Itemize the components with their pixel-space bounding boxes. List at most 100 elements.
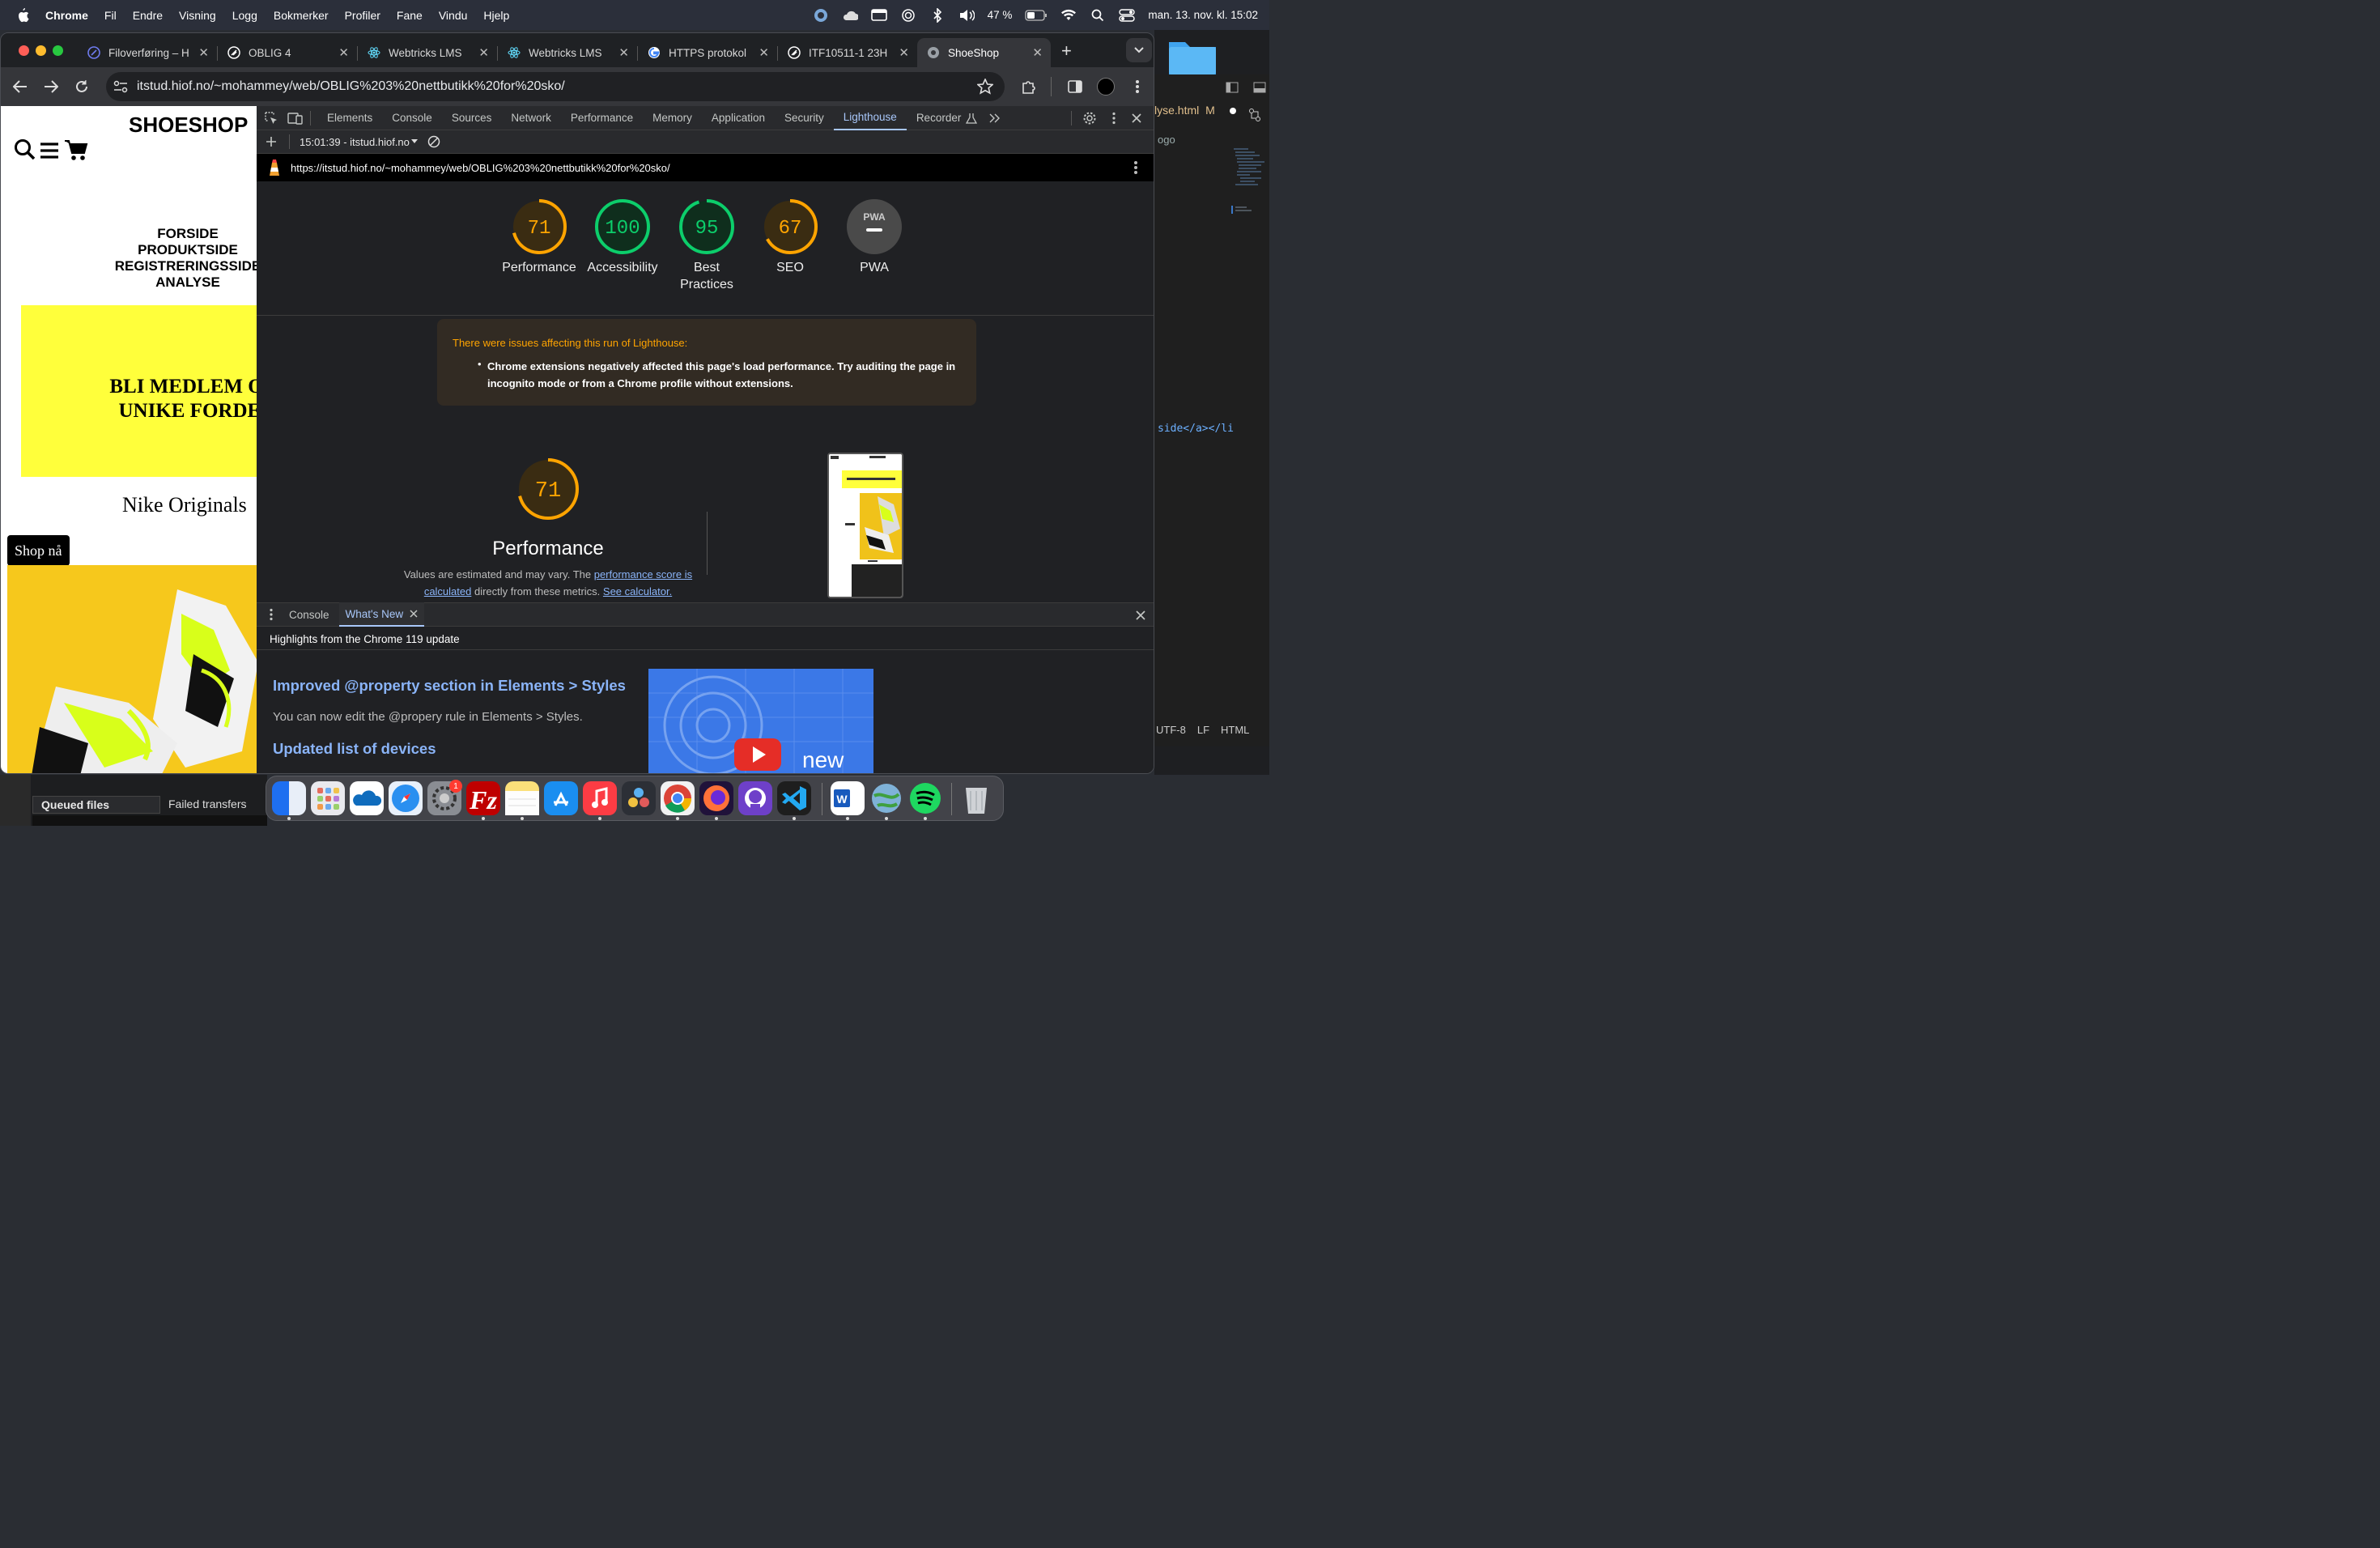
browser-tab[interactable]: ITF10511-1 23H ✕ — [778, 38, 917, 67]
tab-lighthouse[interactable]: Lighthouse — [833, 106, 907, 130]
app-store-icon[interactable] — [544, 781, 578, 815]
network-globe-icon[interactable] — [869, 781, 903, 815]
browser-tab[interactable]: Webtricks LMS ✕ — [358, 38, 497, 67]
site-logo[interactable]: SHOESHOP — [129, 113, 248, 138]
menu-view[interactable]: Visning — [179, 9, 216, 22]
browser-tab-active[interactable]: ShoeShop ✕ — [917, 38, 1051, 67]
menu-bookmarks[interactable]: Bokmerker — [274, 9, 329, 22]
screen-mirroring-icon[interactable] — [870, 7, 887, 23]
tab-network[interactable]: Network — [501, 106, 561, 130]
close-tab-icon[interactable]: ✕ — [759, 45, 769, 60]
close-tab-icon[interactable]: ✕ — [478, 45, 489, 60]
extensions-puzzle-icon[interactable] — [1021, 79, 1037, 95]
battery-icon[interactable] — [1025, 7, 1048, 23]
hamburger-menu-icon[interactable] — [40, 142, 59, 159]
bookmark-star-icon[interactable] — [977, 79, 993, 95]
music-icon[interactable] — [583, 781, 617, 815]
reload-icon[interactable] — [74, 79, 90, 95]
nav-link-analyse[interactable]: ANALYSE — [114, 274, 257, 291]
word-document-icon[interactable]: W — [831, 781, 865, 815]
menu-app-name[interactable]: Chrome — [45, 9, 88, 22]
shop-now-button[interactable]: Shop nå — [7, 535, 70, 566]
finder-icon[interactable] — [272, 781, 306, 815]
drawer-tab-console[interactable]: Console — [279, 609, 339, 621]
page-screenshot-thumbnail[interactable] — [827, 453, 903, 598]
report-dropdown-icon[interactable] — [410, 134, 419, 150]
browser-tab[interactable]: OBLIG 4 ✕ — [218, 38, 357, 67]
close-tab-icon[interactable] — [410, 610, 418, 618]
new-report-plus-icon[interactable] — [263, 134, 279, 150]
score-gauge-seo[interactable]: 67 SEO — [748, 198, 832, 276]
onedrive-icon[interactable] — [350, 781, 384, 815]
whats-new-video-thumbnail[interactable]: new — [648, 669, 873, 773]
site-info-icon[interactable] — [113, 79, 129, 95]
nav-link-forside[interactable]: FORSIDE — [114, 226, 257, 242]
trash-icon[interactable] — [959, 781, 993, 815]
vscode-panel-toggle-icon[interactable] — [1252, 79, 1268, 96]
zoom-window-button[interactable] — [53, 45, 63, 56]
control-center-icon[interactable] — [1119, 7, 1136, 23]
bluetooth-icon[interactable] — [929, 7, 946, 23]
volume-icon[interactable] — [958, 7, 975, 23]
vscode-icon[interactable] — [777, 781, 811, 815]
tab-failed-transfers[interactable]: Failed transfers — [168, 797, 246, 810]
feature-link-devices[interactable]: Updated list of devices — [273, 740, 436, 758]
airdrop-icon[interactable] — [900, 7, 916, 23]
close-tab-icon[interactable]: ✕ — [338, 45, 349, 60]
devtools-settings-gear-icon[interactable] — [1082, 110, 1098, 126]
new-tab-icon[interactable]: + — [1061, 40, 1072, 62]
close-tab-icon[interactable]: ✕ — [198, 45, 209, 60]
vpn-globe-icon[interactable] — [813, 7, 829, 23]
close-devtools-icon[interactable] — [1128, 110, 1145, 126]
tab-sources[interactable]: Sources — [442, 106, 502, 130]
score-gauge-best-practices[interactable]: 95 Best Practices — [665, 198, 749, 293]
report-kebab-icon[interactable] — [1128, 159, 1144, 176]
apple-menu-icon[interactable] — [15, 7, 31, 23]
vscode-editor-tab[interactable]: lyse.html M — [1154, 104, 1236, 117]
report-selector[interactable]: 15:01:39 - itstud.hiof.no — [300, 136, 410, 148]
score-gauge-accessibility[interactable]: 100 Accessibility — [580, 198, 665, 276]
browser-tab[interactable]: Filoverføring – H ✕ — [78, 38, 217, 67]
side-panel-icon[interactable] — [1067, 79, 1083, 95]
notes-icon[interactable] — [505, 781, 539, 815]
lighthouse-url[interactable]: https://itstud.hiof.no/~mohammey/web/OBL… — [291, 162, 670, 174]
status-encoding[interactable]: UTF-8 — [1156, 724, 1186, 736]
menu-clock[interactable]: man. 13. nov. kl. 15:02 — [1148, 9, 1258, 21]
chrome-icon[interactable] — [661, 781, 695, 815]
nav-link-registreringsside[interactable]: REGISTRERINGSSIDE — [114, 258, 257, 274]
davinci-resolve-icon[interactable] — [622, 781, 656, 815]
tab-search-chevron-icon[interactable] — [1126, 38, 1152, 62]
minimize-window-button[interactable] — [36, 45, 46, 56]
menu-profiles[interactable]: Profiler — [345, 9, 380, 22]
cloud-icon[interactable] — [842, 7, 858, 23]
back-arrow-icon[interactable] — [12, 79, 28, 95]
menu-help[interactable]: Hjelp — [483, 9, 509, 22]
menu-history[interactable]: Logg — [232, 9, 257, 22]
tab-memory[interactable]: Memory — [643, 106, 702, 130]
wifi-icon[interactable] — [1060, 7, 1077, 23]
vscode-compare-icon[interactable] — [1247, 107, 1263, 123]
spotlight-search-icon[interactable] — [1090, 7, 1106, 23]
tab-console[interactable]: Console — [382, 106, 442, 130]
vscode-sidebar-toggle-icon[interactable] — [1224, 79, 1240, 96]
menu-window[interactable]: Vindu — [439, 9, 468, 22]
score-gauge-performance[interactable]: 71 Performance — [497, 198, 581, 276]
tab-elements[interactable]: Elements — [317, 106, 382, 130]
tab-application[interactable]: Application — [702, 106, 775, 130]
safari-icon[interactable] — [389, 781, 423, 815]
tab-performance[interactable]: Performance — [561, 106, 643, 130]
chrome-menu-kebab-icon[interactable] — [1129, 79, 1145, 95]
close-window-button[interactable] — [19, 45, 29, 56]
more-tabs-chevron-icon[interactable] — [987, 110, 1003, 126]
close-tab-icon[interactable]: ✕ — [899, 45, 909, 60]
close-tab-icon[interactable]: ✕ — [618, 45, 629, 60]
github-desktop-icon[interactable] — [738, 781, 772, 815]
status-line-ending[interactable]: LF — [1197, 724, 1209, 736]
tab-security[interactable]: Security — [775, 106, 834, 130]
spotify-icon[interactable] — [908, 781, 942, 815]
firefox-icon[interactable] — [699, 781, 733, 815]
shopping-cart-icon[interactable] — [64, 138, 88, 161]
browser-tab[interactable]: HTTPS protokol ✕ — [638, 38, 777, 67]
menu-tab[interactable]: Fane — [397, 9, 423, 22]
profile-avatar[interactable] — [1097, 78, 1115, 96]
